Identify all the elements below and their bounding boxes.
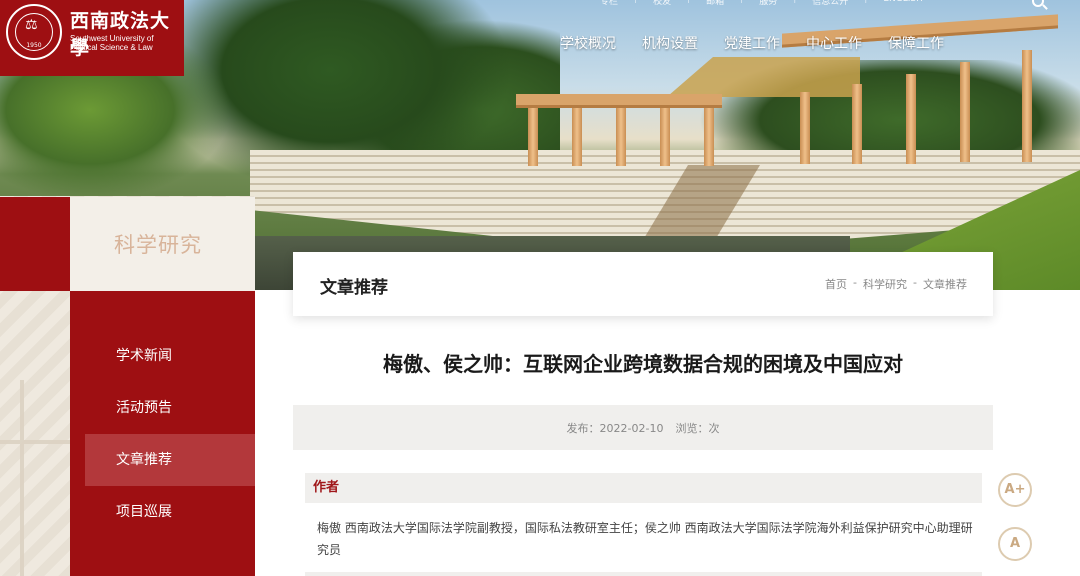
university-seal-icon: ⚖ 1950 [6, 4, 62, 60]
top-link[interactable]: 邮箱 [706, 0, 724, 8]
top-link[interactable]: 信息公开 [812, 0, 848, 8]
font-normal-button[interactable]: A [998, 527, 1032, 561]
page-title: 文章推荐 [320, 278, 388, 298]
university-logo[interactable]: ⚖ 1950 西南政法大學 Southwest University of Po… [0, 0, 184, 76]
breadcrumb-current[interactable]: 文章推荐 [923, 276, 967, 292]
page-header-card: 文章推荐 首页 - 科学研究 - 文章推荐 [293, 252, 993, 316]
author-heading: 作者 [305, 473, 982, 503]
top-link[interactable]: ENGLISH [883, 0, 923, 8]
nav-item-party[interactable]: 党建工作 [724, 33, 780, 53]
view-count: 浏览：次 [675, 421, 720, 435]
search-icon[interactable] [1032, 0, 1044, 7]
top-utility-bar: 专栏| 校友| 邮箱| 服务| 信息公开| ENGLISH [600, 0, 923, 8]
next-section-bar [305, 572, 982, 576]
breadcrumb-home[interactable]: 首页 [825, 276, 847, 292]
section-title: 科学研究 [114, 233, 202, 257]
nav-item-center[interactable]: 中心工作 [806, 33, 862, 53]
sidebar-item-project-tour[interactable]: 项目巡展 [85, 486, 255, 538]
main-navigation: 学校概况 机构设置 党建工作 中心工作 保障工作 [560, 33, 944, 53]
top-link[interactable]: 专栏 [600, 0, 618, 8]
top-link[interactable]: 校友 [653, 0, 671, 8]
top-link[interactable]: 服务 [759, 0, 777, 8]
logo-english-name: Southwest University of Political Scienc… [70, 34, 154, 52]
left-red-block [0, 197, 70, 291]
left-decoration [0, 380, 70, 576]
nav-item-about[interactable]: 学校概况 [560, 33, 616, 53]
breadcrumb-research[interactable]: 科学研究 [863, 276, 907, 292]
publish-date: 发布：2022-02-10 [566, 421, 664, 435]
breadcrumb-separator: - [913, 276, 917, 289]
article-meta: 发布：2022-02-10 浏览：次 [293, 405, 993, 450]
author-description: 梅傲 西南政法大学国际法学院副教授，国际私法教研室主任；侯之帅 西南政法大学国际… [317, 521, 973, 557]
font-larger-button[interactable]: A+ [998, 473, 1032, 507]
sidebar-item-academic-news[interactable]: 学术新闻 [85, 330, 255, 382]
article-title: 梅傲、侯之帅：互联网企业跨境数据合规的困境及中国应对 [383, 352, 903, 376]
nav-item-support[interactable]: 保障工作 [888, 33, 944, 53]
breadcrumb: 首页 - 科学研究 - 文章推荐 [825, 276, 967, 292]
sidebar-item-event-preview[interactable]: 活动预告 [85, 382, 255, 434]
nav-item-departments[interactable]: 机构设置 [642, 33, 698, 53]
section-title-box: 科学研究 [70, 197, 255, 291]
sidebar-nav: 学术新闻 活动预告 文章推荐 项目巡展 [85, 330, 255, 538]
page: ⚖ 1950 西南政法大學 Southwest University of Po… [0, 0, 1080, 576]
breadcrumb-separator: - [853, 276, 858, 289]
sidebar-item-recommended-articles[interactable]: 文章推荐 [85, 434, 255, 486]
